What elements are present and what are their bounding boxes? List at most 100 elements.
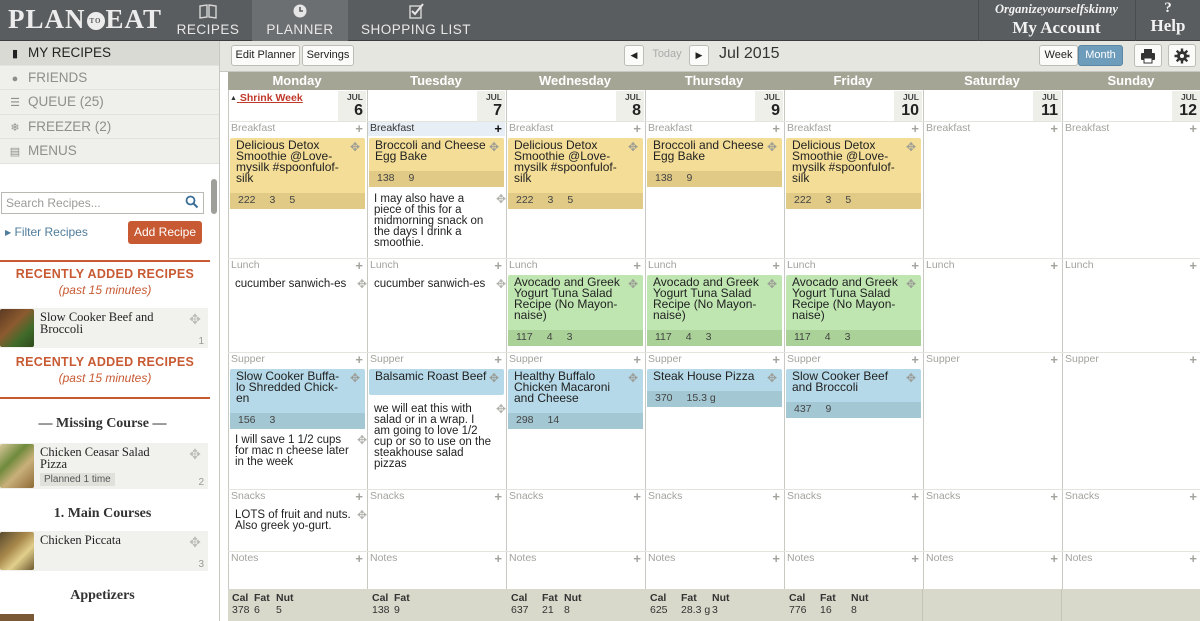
sidebar-item-friends[interactable]: ● FRIENDS [0,65,219,90]
sidebar-item-my-recipes[interactable]: ▮ MY RECIPES [0,41,219,66]
move-icon[interactable]: ✥ [348,141,362,155]
drag-handle-icon[interactable]: ✥ [185,534,205,554]
plan-to-eat-logo[interactable]: PLAN TO EAT [8,4,162,35]
shrink-week-link[interactable]: ▲ Shrink Week [230,92,303,104]
print-button[interactable] [1134,44,1162,67]
add-meal-icon[interactable]: + [772,489,780,504]
add-meal-icon[interactable]: + [355,258,363,273]
drag-handle-icon[interactable]: ✥ [185,311,205,331]
tab-shopping-list[interactable]: SHOPPING LIST [350,0,482,41]
move-icon[interactable]: ✥ [626,278,640,292]
settings-button[interactable] [1168,44,1196,67]
next-week-button[interactable]: ▶ [689,45,709,66]
sidebar-item-menus[interactable]: ▤ MENUS [0,139,219,164]
add-note-icon[interactable]: + [1050,551,1058,566]
month-view-button[interactable]: Month [1078,45,1123,66]
meal-card[interactable]: Healthy Buffalo Chicken Macaroni and Che… [508,369,643,429]
meal-note[interactable]: I may also have a piece of this for a mi… [374,193,506,249]
add-meal-icon[interactable]: + [1189,489,1197,504]
search-icon[interactable] [185,195,199,209]
search-input[interactable] [2,193,180,213]
meal-note[interactable]: cucumber sanwich-es ✥ [374,278,506,290]
add-meal-icon[interactable]: + [494,258,502,273]
sidebar-recipe-chicken-ceasar-pizza[interactable]: Chicken Ceasar Salad Pizza Planned 1 tim… [0,443,208,489]
help-button[interactable]: ? Help [1135,0,1200,41]
meal-card[interactable]: Broccoli and Cheese Egg Bake ✥ 138 9 [369,138,504,187]
edit-planner-button[interactable]: Edit Planner [231,45,300,66]
add-meal-icon[interactable]: + [355,352,363,367]
meal-card[interactable]: Slow Cooker Beef and Broccoli ✥ 437 9 [786,369,921,418]
add-meal-icon[interactable]: + [1189,352,1197,367]
sidebar-item-queue[interactable]: ☰ QUEUE (25) [0,90,219,115]
meal-card[interactable]: Balsamic Roast Beef ✥ [369,369,504,395]
meal-card[interactable]: Delicious Detox Smoothie @Love-mysilk #s… [786,138,921,209]
add-meal-icon[interactable]: + [772,352,780,367]
add-meal-icon[interactable]: + [911,489,919,504]
prev-week-button[interactable]: ◀ [624,45,644,66]
add-meal-icon[interactable]: + [911,258,919,273]
add-meal-icon[interactable]: + [772,121,780,136]
add-note-icon[interactable]: + [633,551,641,566]
meal-card[interactable]: Slow Cooker Buffa-lo Shredded Chick-en ✥ 1… [230,369,365,429]
meal-card[interactable]: Avocado and Greek Yogurt Tuna Salad Reci… [508,275,643,346]
add-note-icon[interactable]: + [1189,551,1197,566]
sidebar-recipe-chicken-piccata[interactable]: Chicken Piccata ✥ 3 [0,531,208,571]
add-note-icon[interactable]: + [911,551,919,566]
move-icon[interactable]: ✥ [904,372,918,386]
add-meal-icon[interactable]: + [1050,489,1058,504]
move-icon[interactable]: ✥ [626,372,640,386]
meal-card[interactable]: Avocado and Greek Yogurt Tuna Salad Reci… [786,275,921,346]
move-icon[interactable]: ✥ [494,403,508,418]
move-icon[interactable]: ✥ [494,193,508,208]
add-meal-icon[interactable]: + [633,489,641,504]
move-icon[interactable]: ✥ [355,509,369,524]
sidebar-item-freezer[interactable]: ❄ FREEZER (2) [0,114,219,139]
move-icon[interactable]: ✥ [765,372,779,386]
add-meal-icon[interactable]: + [911,121,919,136]
move-icon[interactable]: ✥ [355,434,369,449]
add-meal-icon[interactable]: + [494,352,502,367]
add-meal-icon[interactable]: + [1189,121,1197,136]
add-meal-icon[interactable]: + [772,258,780,273]
meal-card[interactable]: Delicious Detox Smoothie @Love-mysilk #s… [508,138,643,209]
move-icon[interactable]: ✥ [904,141,918,155]
my-account-button[interactable]: Organizeyourselfskinny My Account [978,0,1134,41]
add-meal-icon[interactable]: + [911,352,919,367]
add-meal-icon[interactable]: + [633,121,641,136]
add-recipe-button[interactable]: Add Recipe [128,221,202,244]
move-icon[interactable]: ✥ [487,141,501,155]
meal-note[interactable]: cucumber sanwich-es ✥ [235,278,367,290]
add-meal-icon[interactable]: + [633,258,641,273]
move-icon[interactable]: ✥ [487,372,501,386]
add-meal-icon[interactable]: + [1189,258,1197,273]
week-view-button[interactable]: Week [1039,45,1078,66]
meal-note[interactable]: LOTS of fruit and nuts. Also greek yo-gu… [235,509,367,532]
servings-button[interactable]: Servings [302,45,354,66]
add-meal-icon[interactable]: + [1050,121,1058,136]
add-note-icon[interactable]: + [772,551,780,566]
filter-recipes-link[interactable]: ▶ Filter Recipes [5,225,88,239]
move-icon[interactable]: ✥ [355,278,369,293]
add-note-icon[interactable]: + [494,551,502,566]
add-meal-icon[interactable]: + [355,489,363,504]
meal-note[interactable]: I will save 1 1/2 cups for mac n cheese … [235,434,367,468]
move-icon[interactable]: ✥ [626,141,640,155]
tab-recipes[interactable]: RECIPES [166,0,250,41]
add-meal-icon[interactable]: + [1050,258,1058,273]
add-note-icon[interactable]: + [355,551,363,566]
move-icon[interactable]: ✥ [348,372,362,386]
sidebar-scrollbar[interactable] [211,179,217,214]
move-icon[interactable]: ✥ [904,278,918,292]
add-meal-icon[interactable]: + [1050,352,1058,367]
tab-planner[interactable]: PLANNER [252,0,348,41]
move-icon[interactable]: ✥ [494,278,508,293]
drag-handle-icon[interactable]: ✥ [185,446,205,466]
move-icon[interactable]: ✥ [765,141,779,155]
add-meal-icon[interactable]: + [494,121,502,136]
add-meal-icon[interactable]: + [355,121,363,136]
add-meal-icon[interactable]: + [494,489,502,504]
today-button[interactable]: Today [645,45,689,66]
meal-card[interactable]: Steak House Pizza ✥ 370 15.3 g [647,369,782,407]
sidebar-recipe-slow-cooker-beef[interactable]: Slow Cooker Beef and Broccoli ✥ 1 [0,308,208,348]
meal-card[interactable]: Delicious Detox Smoothie @Love-mysilk #s… [230,138,365,209]
